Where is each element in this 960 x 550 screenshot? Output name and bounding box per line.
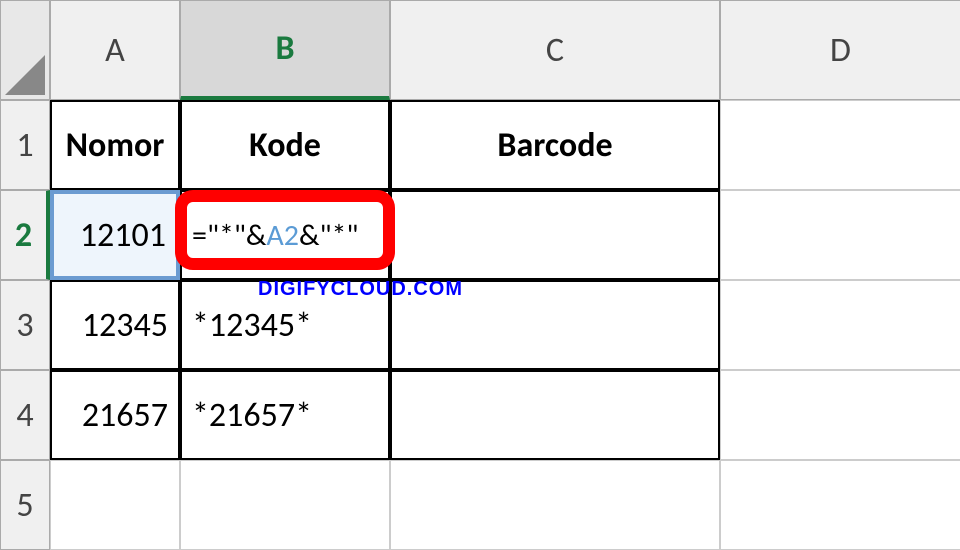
header-kode[interactable]: Kode <box>180 100 390 190</box>
col-header-A[interactable]: A <box>50 0 180 100</box>
header-barcode[interactable]: Barcode <box>390 100 720 190</box>
cell-D4[interactable] <box>720 370 960 460</box>
header-nomor[interactable]: Nomor <box>50 100 180 190</box>
cell-B2[interactable]: ="*"&A2&"*" <box>180 190 390 280</box>
cell-A2[interactable]: 12101 <box>50 190 180 280</box>
formula-cell-ref: A2 <box>266 217 299 254</box>
cell-B5[interactable] <box>180 460 390 550</box>
cell-D5[interactable] <box>720 460 960 550</box>
row-header-5[interactable]: 5 <box>0 460 50 550</box>
row-header-2[interactable]: 2 <box>0 190 50 280</box>
cell-C5[interactable] <box>390 460 720 550</box>
cell-A3[interactable]: 12345 <box>50 280 180 370</box>
col-header-B[interactable]: B <box>180 0 390 100</box>
cell-C2[interactable] <box>390 190 720 280</box>
cell-B4[interactable]: *21657* <box>180 370 390 460</box>
cell-D2[interactable] <box>720 190 960 280</box>
formula-text-1: ="*"& <box>192 217 266 254</box>
col-header-C[interactable]: C <box>390 0 720 100</box>
cell-D1[interactable] <box>720 100 960 190</box>
col-header-D[interactable]: D <box>720 0 960 100</box>
spreadsheet-grid: A B C D 1 Nomor Kode Barcode 2 12101 ="*… <box>0 0 960 550</box>
row-header-4[interactable]: 4 <box>0 370 50 460</box>
watermark-text: DIGIFYCLOUD.COM <box>258 278 463 301</box>
cell-C4[interactable] <box>390 370 720 460</box>
select-all-corner[interactable] <box>0 0 50 100</box>
cell-A4[interactable]: 21657 <box>50 370 180 460</box>
formula-text-2: &"*" <box>299 217 358 254</box>
cell-D3[interactable] <box>720 280 960 370</box>
cell-A5[interactable] <box>50 460 180 550</box>
row-header-3[interactable]: 3 <box>0 280 50 370</box>
row-header-1[interactable]: 1 <box>0 100 50 190</box>
